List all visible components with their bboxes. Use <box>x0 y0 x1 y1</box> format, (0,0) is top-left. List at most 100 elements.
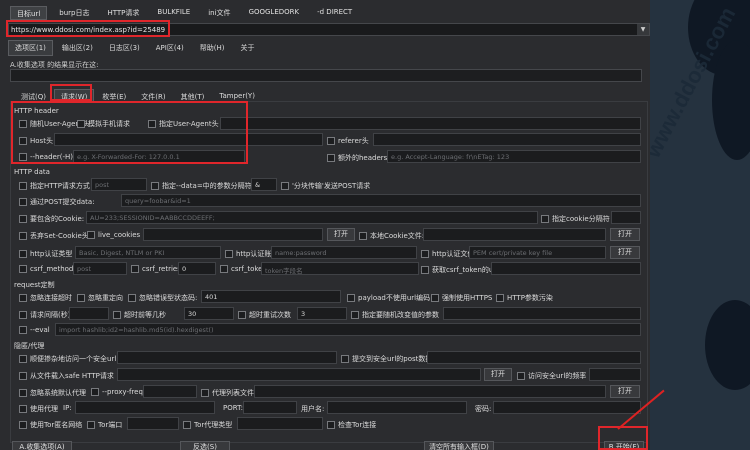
safe-url-checkbox[interactable]: 顺便掺杂地访问一个安全url <box>19 354 116 364</box>
retries-input[interactable]: 3 <box>297 307 347 320</box>
highlight-http-header <box>11 101 248 164</box>
tab-api[interactable]: API区(4) <box>149 40 191 56</box>
randomize-input[interactable] <box>443 307 641 320</box>
cookie-input[interactable]: AU=233;SESSIONID=AABBCCDDEEFF; <box>86 211 538 224</box>
method-input[interactable]: post <box>91 178 147 191</box>
local-cookie-input[interactable] <box>423 228 606 241</box>
invert-select-button[interactable]: 反选(S) <box>180 441 230 450</box>
csrf-retries-checkbox[interactable]: csrf_retries <box>131 265 181 273</box>
chunked-checkbox[interactable]: '分块传输'发送POST请求 <box>281 181 370 191</box>
safe-freq-checkbox[interactable]: 访问安全url的频率 <box>517 371 586 381</box>
csrf-method-input[interactable]: post <box>73 262 127 275</box>
menu-http-request[interactable]: HTTP请求 <box>101 6 145 20</box>
post-data-input[interactable]: query=foobar&id=1 <box>121 194 641 207</box>
proxy-ip-input[interactable] <box>75 401 215 414</box>
tor-type-input[interactable] <box>237 417 323 430</box>
data-sep-input[interactable]: & <box>251 178 277 191</box>
tab-output[interactable]: 输出区(2) <box>55 40 100 56</box>
cookie-sep-checkbox[interactable]: 指定cookie分隔符 <box>541 214 610 224</box>
cookie-checkbox[interactable]: 要包含的Cookie: <box>19 214 84 224</box>
safe-url-input[interactable] <box>117 351 337 364</box>
post-data-checkbox[interactable]: 通过POST提交data: <box>19 197 95 207</box>
ignore-redirect-checkbox[interactable]: 忽略重定向 <box>77 293 123 303</box>
open-proxy-file-button[interactable]: 打开 <box>610 385 640 398</box>
collect-options-button[interactable]: A.收集选项(A) <box>12 441 72 450</box>
referer-checkbox[interactable]: referer头 <box>327 136 369 146</box>
menu-googledork[interactable]: GOOGLEDORK <box>243 6 306 20</box>
proxy-port-input[interactable] <box>243 401 297 414</box>
live-cookies-checkbox[interactable]: live_cookies <box>87 231 140 239</box>
delay-checkbox[interactable]: 请求间隔(秒) <box>19 310 70 320</box>
tab-log[interactable]: 日志区(3) <box>102 40 147 56</box>
use-proxy-checkbox[interactable]: 使用代理 <box>19 404 58 414</box>
tor-type-checkbox[interactable]: Tor代理类型 <box>183 420 232 430</box>
csrf-url-input[interactable] <box>491 262 641 275</box>
tor-port-checkbox[interactable]: Tor端口 <box>87 420 122 430</box>
open-local-cookie-button[interactable]: 打开 <box>610 228 640 241</box>
eval-checkbox[interactable]: --eval <box>19 326 50 334</box>
referer-input[interactable] <box>373 133 641 146</box>
menu-direct[interactable]: -d DIRECT <box>311 6 358 20</box>
auth-type-checkbox[interactable]: http认证类型 <box>19 249 72 259</box>
no-url-encode-checkbox[interactable]: payload不使用url编码 <box>347 293 430 303</box>
csrf-retries-input[interactable]: 0 <box>178 262 216 275</box>
retries-checkbox[interactable]: 超时重试次数 <box>238 310 291 320</box>
eval-input[interactable]: import hashlib;id2=hashlib.md5(id).hexdi… <box>55 323 641 336</box>
timeout-checkbox[interactable]: 超时前等几秒 <box>113 310 166 320</box>
safe-req-file-checkbox[interactable]: 从文件载入safe HTTP请求 <box>19 371 114 381</box>
force-https-checkbox[interactable]: 强制使用HTTPS <box>431 293 492 303</box>
auth-file-checkbox[interactable]: http认证文件 <box>421 249 474 259</box>
csrf-token-input[interactable]: token字段名 <box>261 262 419 275</box>
proxy-file-input[interactable] <box>254 385 606 398</box>
ignore-proxy-checkbox[interactable]: 忽略系统默认代理 <box>19 388 86 398</box>
menu-burp-log[interactable]: burp日志 <box>53 6 95 20</box>
proxy-pass-input[interactable] <box>493 401 641 414</box>
menu-ini-file[interactable]: ini文件 <box>202 6 236 20</box>
clear-inputs-button[interactable]: 清空所有输入框(D) <box>424 441 494 450</box>
chevron-down-icon[interactable]: ▼ <box>637 24 649 35</box>
ip-label: IP: <box>63 404 72 412</box>
menu-bulkfile[interactable]: BULKFILE <box>151 6 196 20</box>
live-cookies-input[interactable] <box>143 228 323 241</box>
proxy-freq-checkbox[interactable]: --proxy-freq <box>91 388 143 396</box>
auth-cred-input[interactable]: name:password <box>271 246 417 259</box>
auth-file-input[interactable]: PEM cert/private key file <box>469 246 606 259</box>
user-agent-input[interactable] <box>220 117 641 130</box>
csrf-token-checkbox[interactable]: csrf_token <box>220 265 267 273</box>
hpp-checkbox[interactable]: HTTP参数污染 <box>496 293 553 303</box>
data-sep-checkbox[interactable]: 指定--data=中的参数分隔符 <box>151 181 252 191</box>
tor-port-input[interactable] <box>127 417 179 430</box>
ignore-timeout-checkbox[interactable]: 忽略连接超时 <box>19 293 72 303</box>
ignore-code-checkbox[interactable]: 忽略错误型状态码: <box>128 293 197 303</box>
tab-about[interactable]: 关于 <box>234 40 262 56</box>
csrf-url-checkbox[interactable]: 获取csrf_token的url <box>421 265 498 275</box>
proxy-user-input[interactable] <box>327 401 467 414</box>
safe-freq-input[interactable] <box>589 368 641 381</box>
method-checkbox[interactable]: 指定HTTP请求方式 <box>19 181 90 191</box>
csrf-method-checkbox[interactable]: csrf_method <box>19 265 73 273</box>
ignore-code-input[interactable]: 401 <box>201 290 341 303</box>
proxy-freq-input[interactable] <box>143 385 197 398</box>
safe-post-checkbox[interactable]: 提交到安全url的post数据 <box>341 354 432 364</box>
tor-checkbox[interactable]: 使用Tor匿名网络 <box>19 420 82 430</box>
open-auth-file-button[interactable]: 打开 <box>610 246 640 259</box>
collect-result-field[interactable] <box>10 69 642 82</box>
delay-input[interactable] <box>69 307 109 320</box>
proxy-file-checkbox[interactable]: 代理列表文件 <box>201 388 254 398</box>
timeout-input[interactable]: 30 <box>184 307 234 320</box>
randomize-checkbox[interactable]: 指定要随机改变值的参数 <box>351 310 439 320</box>
check-tor-checkbox[interactable]: 检查Tor连接 <box>327 420 376 430</box>
safe-post-input[interactable] <box>427 351 641 364</box>
extra-headers-checkbox[interactable]: 额外的headers <box>327 153 387 163</box>
extra-headers-input[interactable]: e.g. Accept-Language: fr\nETag: 123 <box>387 150 641 163</box>
open-live-cookies-button[interactable]: 打开 <box>327 228 355 241</box>
cookie-sep-input[interactable] <box>611 211 641 224</box>
local-cookie-checkbox[interactable]: 本地Cookie文件: <box>359 231 424 241</box>
tab-options[interactable]: 选项区(1) <box>8 40 53 56</box>
open-safe-req-file-button[interactable]: 打开 <box>484 368 512 381</box>
tab-help[interactable]: 帮助(H) <box>193 40 232 56</box>
drop-set-cookie-checkbox[interactable]: 丢弃Set-Cookie头 <box>19 231 89 241</box>
auth-type-input[interactable]: Basic, Digest, NTLM or PKI <box>75 246 221 259</box>
safe-req-file-input[interactable] <box>117 368 481 381</box>
menu-target-url[interactable]: 目标url <box>10 6 48 20</box>
